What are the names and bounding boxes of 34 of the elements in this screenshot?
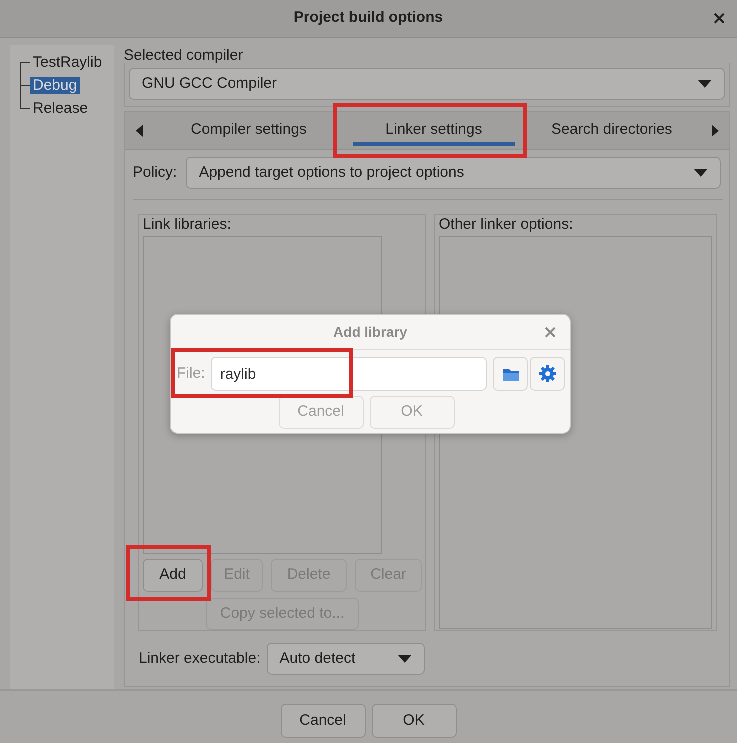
linker-dropdown[interactable]: Auto detect (266, 643, 425, 675)
compiler-dropdown[interactable]: GNU GCC Compiler (129, 68, 725, 100)
scroll-left-icon[interactable] (136, 124, 142, 136)
scroll-right-icon[interactable] (712, 124, 718, 136)
settings-button[interactable] (530, 357, 565, 391)
tree-item[interactable]: Release (30, 100, 92, 117)
gear-icon (538, 365, 557, 383)
tree-item[interactable]: TestRaylib (30, 54, 106, 71)
close-button[interactable] (545, 326, 556, 338)
caret-icon (694, 169, 708, 177)
close-icon (714, 13, 725, 24)
close-icon (545, 326, 556, 338)
tab[interactable]: Linker settings (345, 112, 523, 150)
folder-icon (502, 366, 520, 382)
policy-dropdown[interactable]: Append target options to project options (186, 157, 721, 189)
field-label: File: (177, 364, 206, 384)
browse-button[interactable] (493, 357, 528, 391)
group-label: Selected compiler (124, 48, 244, 64)
caret-icon (398, 655, 412, 663)
caret-icon (698, 80, 712, 88)
button[interactable]: Add (143, 559, 203, 592)
button[interactable]: Cancel (280, 704, 366, 738)
field-label: Policy: (133, 162, 178, 183)
tab[interactable]: Search directories (523, 112, 701, 150)
button[interactable]: OK (372, 704, 456, 738)
tree-item[interactable]: Debug (30, 77, 80, 94)
group-label: Other linker options: (439, 215, 574, 235)
close-button[interactable] (714, 13, 725, 24)
field-label: Linker executable: (139, 648, 261, 669)
dialog-title: Add library (334, 322, 408, 342)
group-label: Link libraries: (143, 215, 232, 235)
tab[interactable]: Compiler settings (153, 112, 345, 150)
file-field[interactable]: raylib (211, 357, 488, 391)
window-title: Project build options (294, 8, 444, 28)
